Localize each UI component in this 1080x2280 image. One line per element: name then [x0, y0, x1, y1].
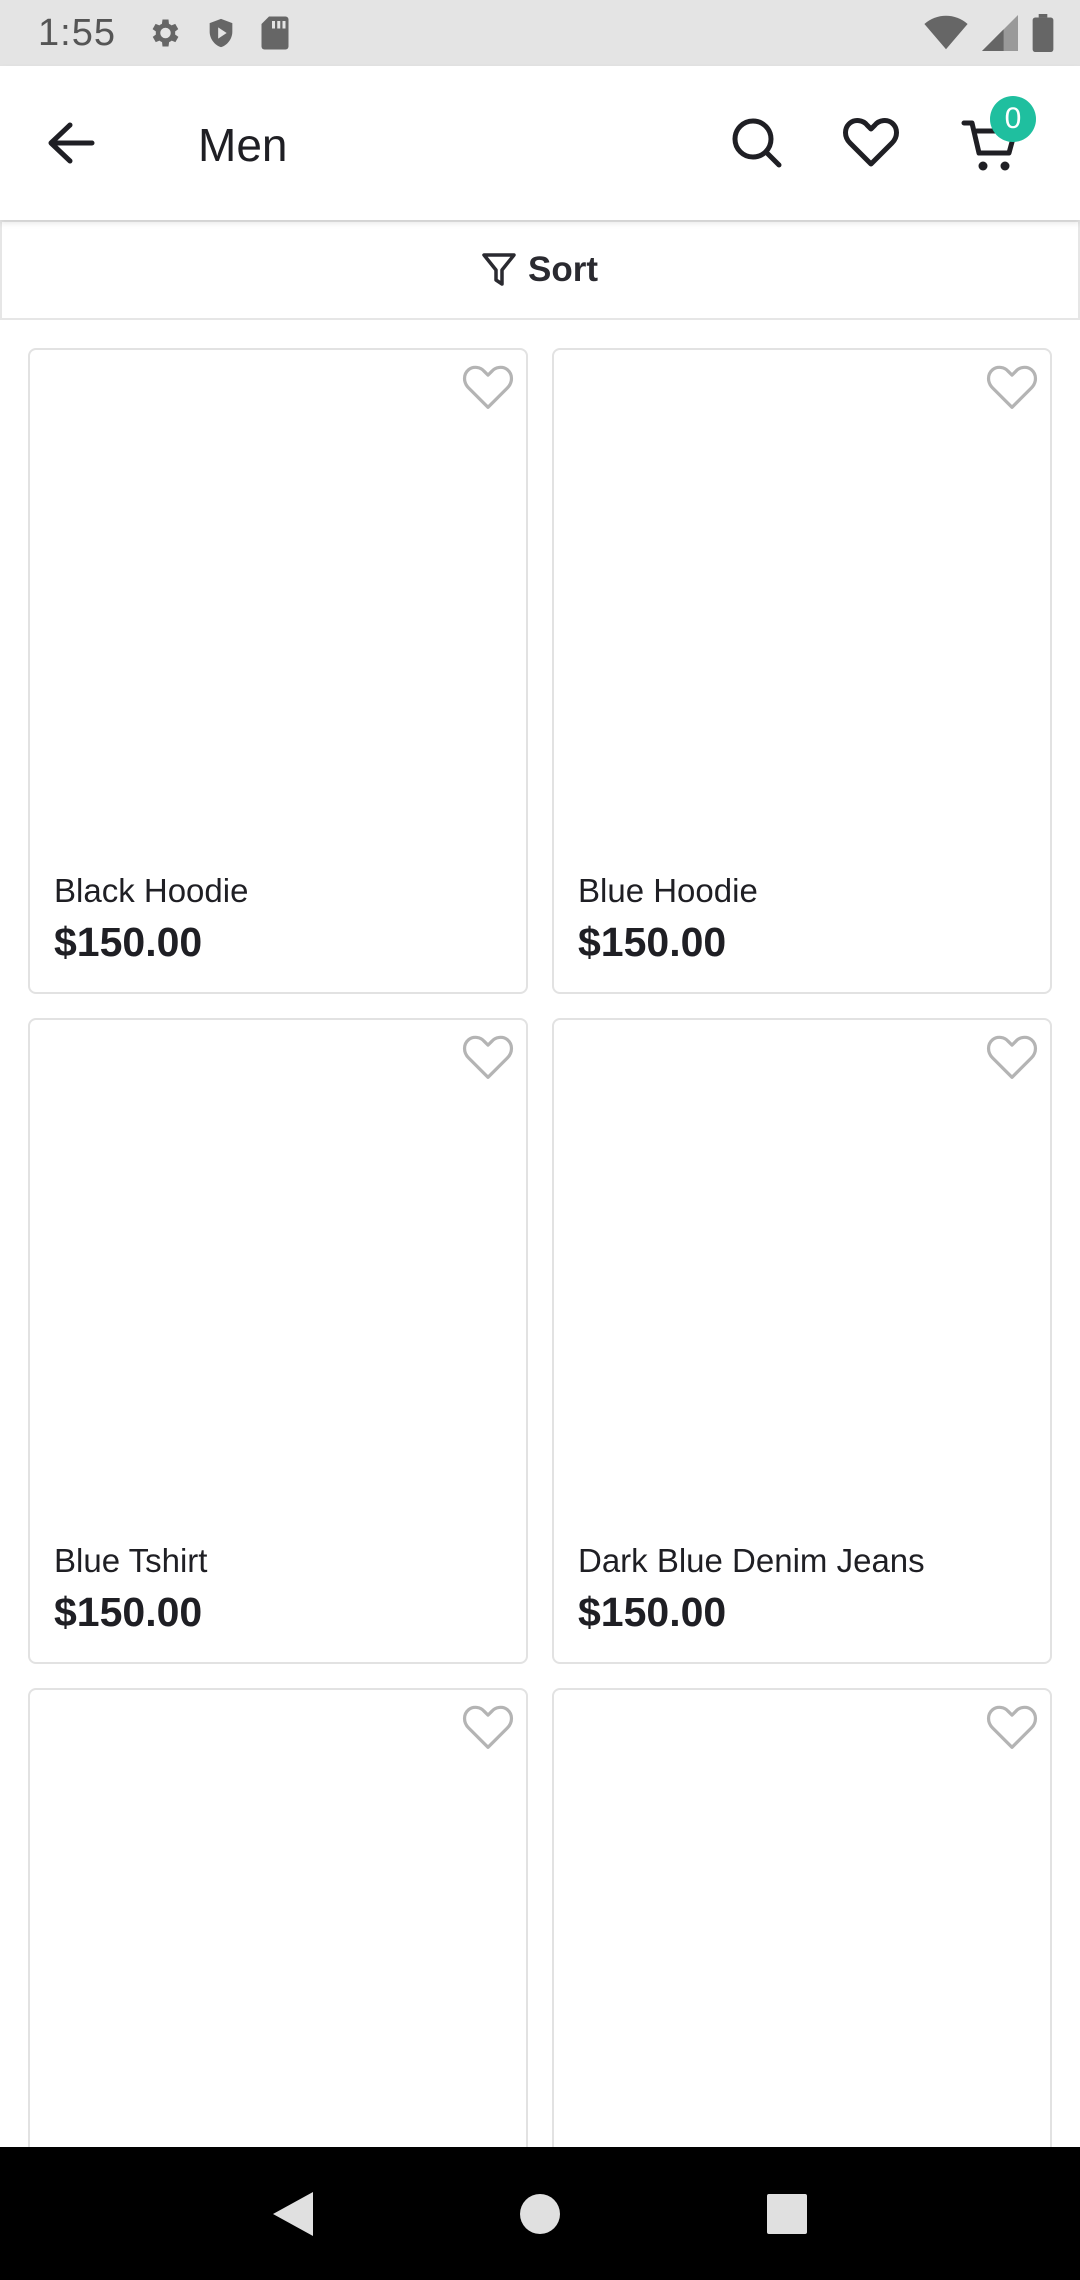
- product-price: $150.00: [54, 1589, 203, 1635]
- status-time: 1:55: [38, 11, 116, 54]
- wifi-icon: [924, 15, 968, 51]
- product-card[interactable]: Black Hoodie $150.00: [28, 348, 528, 994]
- page-title: Men: [198, 119, 288, 171]
- screen: 1:55 Men 0 Sort Black Hoodie $150.00 Blu…: [0, 0, 1080, 2280]
- add-to-wishlist-button[interactable]: [460, 1032, 516, 1084]
- add-to-wishlist-button[interactable]: [460, 362, 516, 414]
- back-triangle-icon: [273, 2191, 314, 2236]
- heart-outline-icon: [986, 1035, 1038, 1079]
- product-name: Dark Blue Denim Jeans: [578, 1542, 925, 1579]
- add-to-wishlist-button[interactable]: [460, 1702, 516, 1754]
- heart-outline-icon: [462, 365, 514, 409]
- status-left-icons: [146, 15, 290, 51]
- cart-count-badge: 0: [990, 96, 1036, 142]
- battery-icon: [1032, 14, 1054, 52]
- app-bar: Men 0: [0, 66, 1080, 220]
- search-button[interactable]: [722, 108, 792, 178]
- product-name: Black Hoodie: [54, 872, 249, 909]
- settings-icon: [146, 15, 182, 51]
- product-card[interactable]: Blue Hoodie $150.00: [552, 348, 1052, 994]
- product-card[interactable]: Dark Blue Denim Jeans $150.00: [552, 1018, 1052, 1664]
- nav-recents-button[interactable]: [747, 2174, 827, 2254]
- recents-square-icon: [766, 2193, 807, 2234]
- wishlist-button[interactable]: [836, 108, 906, 178]
- back-button[interactable]: [36, 111, 106, 175]
- add-to-wishlist-button[interactable]: [984, 1032, 1040, 1084]
- heart-outline-icon: [462, 1035, 514, 1079]
- home-circle-icon: [519, 2193, 560, 2234]
- heart-outline-icon: [986, 365, 1038, 409]
- sort-button[interactable]: Sort: [0, 220, 1080, 320]
- heart-icon: [843, 118, 899, 167]
- product-name: Blue Hoodie: [578, 872, 758, 909]
- product-price: $150.00: [54, 919, 203, 965]
- heart-outline-icon: [462, 1705, 514, 1749]
- product-name: Blue Tshirt: [54, 1542, 208, 1579]
- add-to-wishlist-button[interactable]: [984, 362, 1040, 414]
- sd-card-icon: [260, 15, 290, 51]
- system-nav-bar: [0, 2147, 1080, 2280]
- product-card[interactable]: Blue Tshirt $150.00: [28, 1018, 528, 1664]
- sort-label: Sort: [528, 250, 598, 289]
- nav-back-button[interactable]: [253, 2174, 333, 2254]
- add-to-wishlist-button[interactable]: [984, 1702, 1040, 1754]
- filter-funnel-icon: [482, 253, 516, 286]
- product-price: $150.00: [578, 919, 727, 965]
- nav-home-button[interactable]: [500, 2174, 580, 2254]
- search-icon: [732, 118, 782, 168]
- heart-outline-icon: [986, 1705, 1038, 1749]
- product-price: $150.00: [578, 1589, 727, 1635]
- status-right-icons: [924, 14, 1054, 52]
- status-bar: 1:55: [0, 0, 1080, 66]
- signal-icon: [982, 15, 1018, 51]
- shield-play-icon: [204, 15, 238, 51]
- back-arrow-icon: [48, 122, 95, 164]
